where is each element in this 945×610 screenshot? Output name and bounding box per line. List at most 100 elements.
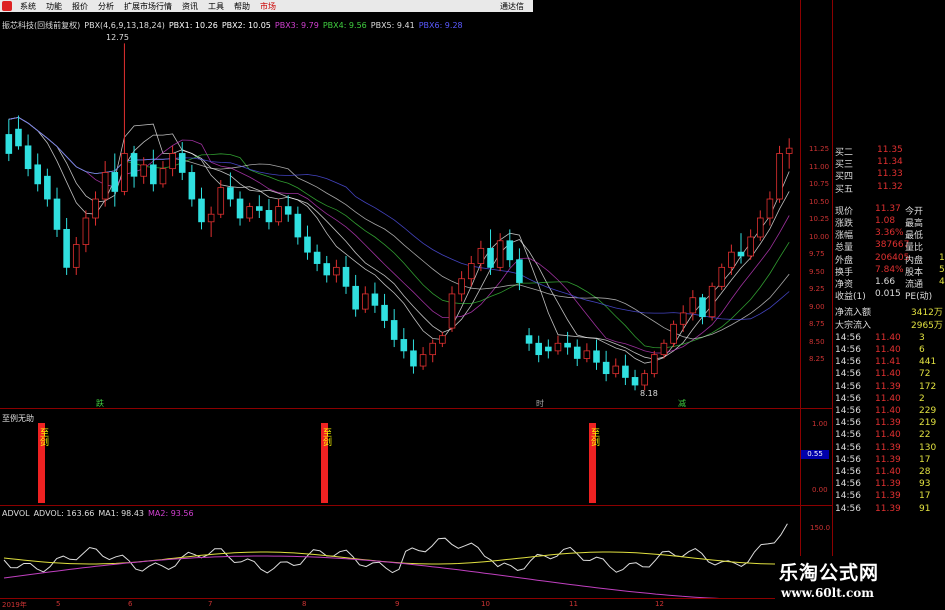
candle — [439, 331, 446, 348]
tick-volume: 91 — [919, 503, 931, 514]
candle — [622, 354, 629, 386]
tick-volume: 22 — [919, 430, 931, 441]
price-tick: 10.50 — [809, 197, 830, 206]
stat-label: 现价 — [835, 206, 854, 217]
candle — [169, 145, 176, 177]
stat-label: 外盘 — [835, 255, 854, 266]
tick-volume: 441 — [919, 357, 937, 368]
tick-price: 11.40 — [875, 430, 901, 441]
candle — [140, 157, 147, 184]
tick-time: 14:56 — [835, 454, 861, 465]
menu-item-tools[interactable]: 工具 — [203, 1, 229, 12]
low-price-label: 8.18 — [640, 389, 658, 398]
menu-bar: 系统 功能 报价 分析 扩展市场行情 资讯 工具 帮助 市场 — [0, 0, 533, 12]
stat-label-2: 最高 — [905, 219, 924, 229]
date-sep: 9 — [395, 600, 400, 608]
candle — [506, 229, 514, 268]
menu-item-market[interactable]: 市场 — [255, 1, 281, 12]
candle — [323, 255, 331, 283]
date-jul: 7 — [208, 600, 213, 608]
tick-row: 14:56 11.39 130 — [833, 443, 945, 455]
ask-price: 11.35 — [877, 145, 903, 155]
tick-row: 14:56 11.40 72 — [833, 369, 945, 381]
signal-panel-title: 至例无助 — [2, 414, 34, 423]
ask-price: 11.33 — [877, 169, 903, 180]
candle — [92, 191, 99, 226]
tick-time: 14:56 — [835, 381, 861, 392]
tick-row: 14:56 11.39 219 — [833, 418, 945, 430]
candle — [776, 145, 783, 203]
candle — [313, 244, 321, 272]
quote-panel: 买二 11.35 买三 11.34 买四 11.33 买五 11.32 现价 11.37 今开 涨跌 1… — [833, 145, 945, 545]
tick-row: 14:56 11.39 17 — [833, 455, 945, 467]
candle — [458, 271, 465, 302]
tick-time: 14:56 — [835, 332, 861, 343]
candle — [477, 240, 485, 272]
ma1-line — [3, 551, 788, 565]
signal-text-1: 至剑 — [38, 428, 48, 446]
stat-value-2: 5 — [939, 264, 945, 275]
menu-item-quote[interactable]: 报价 — [67, 1, 93, 12]
candlestick-chart[interactable] — [0, 28, 800, 408]
menu-item-system[interactable]: 系统 — [15, 1, 41, 12]
stat-value: 3.36% — [875, 228, 904, 239]
vol-indicator-name: ADVOL — [2, 509, 30, 518]
candle — [342, 255, 350, 294]
candle — [487, 229, 494, 275]
tick-volume: 2 — [919, 393, 925, 404]
date-jun: 6 — [128, 600, 133, 608]
candle — [121, 43, 128, 196]
candle — [718, 263, 726, 291]
advol-chart — [3, 523, 788, 598]
candle — [111, 153, 119, 207]
menu-item-news[interactable]: 资讯 — [177, 1, 203, 12]
tick-time: 14:56 — [835, 503, 861, 514]
candle — [554, 335, 562, 355]
stat-row: 涨跌 1.08 最高 — [833, 216, 945, 229]
ask-price: 11.34 — [877, 157, 903, 168]
candle — [756, 210, 764, 241]
price-tick: 8.75 — [809, 320, 825, 328]
menu-item-help[interactable]: 帮助 — [229, 1, 255, 12]
candle — [53, 187, 61, 237]
watermark-cn: 乐淘公式网 — [779, 562, 880, 584]
candle — [5, 119, 13, 162]
tick-row: 14:56 11.41 441 — [833, 357, 945, 369]
signal-tick-high: 1.00 — [812, 420, 828, 428]
tick-volume: 219 — [919, 418, 937, 429]
menu-item-analysis[interactable]: 分析 — [93, 1, 119, 12]
tick-time: 14:56 — [835, 491, 861, 502]
candle — [525, 328, 533, 351]
price-tick: 11.25 — [809, 145, 830, 153]
stat-label-2: 内盘 — [905, 255, 924, 266]
divider-signal-vol — [0, 505, 833, 506]
tick-volume: 6 — [919, 345, 925, 355]
ma-line — [8, 116, 790, 354]
tick-volume: 130 — [919, 442, 937, 453]
menu-item-ext-market[interactable]: 扩展市场行情 — [119, 1, 177, 12]
ma2-line — [3, 555, 720, 598]
price-tick: 9.50 — [809, 267, 825, 276]
stat-row: 收益(1) 0.015 PE(动) — [833, 289, 945, 302]
stat-row: 现价 11.37 今开 — [833, 204, 945, 217]
tick-volume: 172 — [919, 381, 937, 392]
tick-time: 14:56 — [835, 467, 861, 477]
app-logo-icon — [2, 1, 12, 11]
stat-label: 换手 — [835, 267, 854, 278]
candle — [381, 293, 388, 329]
tick-time: 14:56 — [835, 357, 861, 368]
app-brand-label: 通达信 — [500, 1, 524, 11]
candle — [747, 229, 754, 260]
ask-label: 买五 — [835, 184, 854, 195]
flow-row: 大宗流入 2965万 — [833, 318, 945, 331]
candle — [217, 180, 225, 218]
tick-time: 14:56 — [835, 430, 861, 441]
stat-label-2: 今开 — [905, 206, 924, 217]
candle — [573, 339, 581, 367]
candle — [689, 290, 697, 321]
ask-label: 买二 — [835, 148, 854, 158]
menu-item-function[interactable]: 功能 — [41, 1, 67, 12]
tick-price: 11.39 — [875, 418, 901, 429]
price-tick: 8.50 — [809, 337, 825, 346]
candle — [82, 210, 90, 253]
